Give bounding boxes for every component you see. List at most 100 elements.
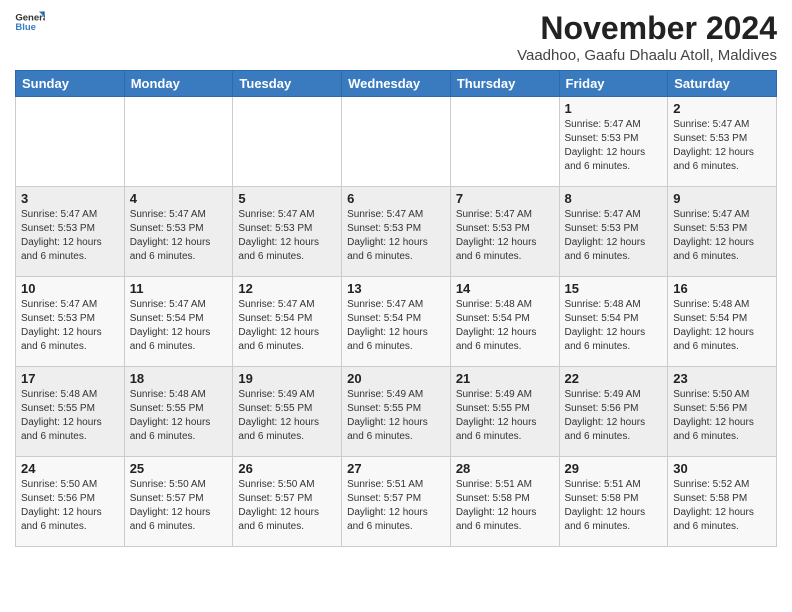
day-number: 18 bbox=[130, 371, 228, 386]
day-number: 24 bbox=[21, 461, 119, 476]
calendar-day-cell: 22 Sunrise: 5:49 AMSunset: 5:56 PMDayligh… bbox=[559, 367, 668, 457]
day-info: Sunrise: 5:47 AMSunset: 5:53 PMDaylight:… bbox=[565, 118, 663, 174]
day-number: 22 bbox=[565, 371, 663, 386]
calendar-day-cell: 21 Sunrise: 5:49 AMSunset: 5:55 PMDayligh… bbox=[450, 367, 559, 457]
calendar-week-row: 17Sunrise: 5:48 AMSunset: 5:55 PMDayligh… bbox=[16, 367, 777, 457]
calendar-day-cell: 10 Sunrise: 5:47 AMSunset: 5:53 PMDayligh… bbox=[16, 277, 125, 367]
day-number: 25 bbox=[130, 461, 228, 476]
calendar-day-cell bbox=[233, 97, 342, 187]
day-info: Sunrise: 5:48 AMSunset: 5:54 PMDaylight:… bbox=[565, 298, 663, 354]
calendar-day-cell: 3 Sunrise: 5:47 AMSunset: 5:53 PMDaylight… bbox=[16, 187, 125, 277]
calendar-day-cell: 23Sunrise: 5:50 AMSunset: 5:56 PMDayligh… bbox=[668, 367, 777, 457]
calendar-day-cell: 19 Sunrise: 5:49 AMSunset: 5:55 PMDayligh… bbox=[233, 367, 342, 457]
day-info: Sunrise: 5:50 AMSunset: 5:57 PMDaylight:… bbox=[238, 478, 336, 534]
title-block: November 2024 Vaadhoo, Gaafu Dhaalu Atol… bbox=[517, 10, 777, 64]
day-number: 21 bbox=[456, 371, 554, 386]
day-number: 6 bbox=[347, 191, 445, 206]
day-number: 27 bbox=[347, 461, 445, 476]
day-number: 7 bbox=[456, 191, 554, 206]
day-number: 11 bbox=[130, 281, 228, 296]
day-of-week-header: Friday bbox=[559, 71, 668, 97]
day-info: Sunrise: 5:50 AMSunset: 5:56 PMDaylight:… bbox=[673, 388, 771, 444]
calendar-day-cell: 15 Sunrise: 5:48 AMSunset: 5:54 PMDayligh… bbox=[559, 277, 668, 367]
day-of-week-header: Sunday bbox=[16, 71, 125, 97]
calendar-day-cell: 4 Sunrise: 5:47 AMSunset: 5:53 PMDaylight… bbox=[124, 187, 233, 277]
day-info: Sunrise: 5:47 AMSunset: 5:53 PMDaylight:… bbox=[347, 208, 445, 264]
day-number: 30 bbox=[673, 461, 771, 476]
day-info: Sunrise: 5:47 AMSunset: 5:53 PMDaylight:… bbox=[21, 298, 119, 354]
day-info: Sunrise: 5:49 AMSunset: 5:55 PMDaylight:… bbox=[456, 388, 554, 444]
day-number: 14 bbox=[456, 281, 554, 296]
day-info: Sunrise: 5:49 AMSunset: 5:55 PMDaylight:… bbox=[238, 388, 336, 444]
calendar-day-cell: 9 Sunrise: 5:47 AMSunset: 5:53 PMDaylight… bbox=[668, 187, 777, 277]
day-of-week-header: Tuesday bbox=[233, 71, 342, 97]
calendar-day-cell: 29 Sunrise: 5:51 AMSunset: 5:58 PMDayligh… bbox=[559, 457, 668, 547]
calendar-day-cell bbox=[342, 97, 451, 187]
day-info: Sunrise: 5:47 AMSunset: 5:54 PMDaylight:… bbox=[238, 298, 336, 354]
generalblue-logo-icon: General Blue bbox=[15, 10, 45, 32]
calendar-day-cell: 16Sunrise: 5:48 AMSunset: 5:54 PMDayligh… bbox=[668, 277, 777, 367]
day-info: Sunrise: 5:48 AMSunset: 5:55 PMDaylight:… bbox=[130, 388, 228, 444]
day-number: 12 bbox=[238, 281, 336, 296]
calendar-day-cell bbox=[16, 97, 125, 187]
day-number: 15 bbox=[565, 281, 663, 296]
day-number: 13 bbox=[347, 281, 445, 296]
calendar-day-cell: 24 Sunrise: 5:50 AMSunset: 5:56 PMDayligh… bbox=[16, 457, 125, 547]
day-of-week-header: Saturday bbox=[668, 71, 777, 97]
calendar-week-row: 3 Sunrise: 5:47 AMSunset: 5:53 PMDaylight… bbox=[16, 187, 777, 277]
calendar-day-cell: 17Sunrise: 5:48 AMSunset: 5:55 PMDayligh… bbox=[16, 367, 125, 457]
day-info: Sunrise: 5:47 AMSunset: 5:53 PMDaylight:… bbox=[130, 208, 228, 264]
day-info: Sunrise: 5:51 AMSunset: 5:58 PMDaylight:… bbox=[456, 478, 554, 534]
day-number: 8 bbox=[565, 191, 663, 206]
calendar-day-cell: 13 Sunrise: 5:47 AMSunset: 5:54 PMDayligh… bbox=[342, 277, 451, 367]
day-info: Sunrise: 5:51 AMSunset: 5:57 PMDaylight:… bbox=[347, 478, 445, 534]
calendar-day-cell: 26 Sunrise: 5:50 AMSunset: 5:57 PMDayligh… bbox=[233, 457, 342, 547]
day-number: 4 bbox=[130, 191, 228, 206]
day-number: 29 bbox=[565, 461, 663, 476]
calendar-week-row: 1Sunrise: 5:47 AMSunset: 5:53 PMDaylight… bbox=[16, 97, 777, 187]
day-number: 10 bbox=[21, 281, 119, 296]
calendar-header-row: SundayMondayTuesdayWednesdayThursdayFrid… bbox=[16, 71, 777, 97]
calendar-day-cell: 6 Sunrise: 5:47 AMSunset: 5:53 PMDaylight… bbox=[342, 187, 451, 277]
calendar-day-cell bbox=[450, 97, 559, 187]
calendar-day-cell: 8Sunrise: 5:47 AMSunset: 5:53 PMDaylight… bbox=[559, 187, 668, 277]
calendar-day-cell: 5Sunrise: 5:47 AMSunset: 5:53 PMDaylight… bbox=[233, 187, 342, 277]
calendar-day-cell: 30Sunrise: 5:52 AMSunset: 5:58 PMDayligh… bbox=[668, 457, 777, 547]
calendar-day-cell: 14 Sunrise: 5:48 AMSunset: 5:54 PMDayligh… bbox=[450, 277, 559, 367]
day-info: Sunrise: 5:47 AMSunset: 5:53 PMDaylight:… bbox=[673, 118, 771, 174]
day-info: Sunrise: 5:49 AMSunset: 5:56 PMDaylight:… bbox=[565, 388, 663, 444]
logo: General Blue bbox=[15, 10, 45, 32]
day-of-week-header: Wednesday bbox=[342, 71, 451, 97]
day-info: Sunrise: 5:47 AMSunset: 5:53 PMDaylight:… bbox=[456, 208, 554, 264]
day-info: Sunrise: 5:48 AMSunset: 5:54 PMDaylight:… bbox=[673, 298, 771, 354]
calendar-day-cell: 18 Sunrise: 5:48 AMSunset: 5:55 PMDayligh… bbox=[124, 367, 233, 457]
day-number: 9 bbox=[673, 191, 771, 206]
day-number: 26 bbox=[238, 461, 336, 476]
day-info: Sunrise: 5:50 AMSunset: 5:56 PMDaylight:… bbox=[21, 478, 119, 534]
day-number: 20 bbox=[347, 371, 445, 386]
day-number: 2 bbox=[673, 101, 771, 116]
location-subtitle: Vaadhoo, Gaafu Dhaalu Atoll, Maldives bbox=[517, 47, 777, 64]
svg-text:Blue: Blue bbox=[15, 22, 36, 32]
day-number: 28 bbox=[456, 461, 554, 476]
day-info: Sunrise: 5:51 AMSunset: 5:58 PMDaylight:… bbox=[565, 478, 663, 534]
calendar-day-cell: 27 Sunrise: 5:51 AMSunset: 5:57 PMDayligh… bbox=[342, 457, 451, 547]
calendar-table: SundayMondayTuesdayWednesdayThursdayFrid… bbox=[15, 70, 777, 547]
day-info: Sunrise: 5:47 AMSunset: 5:53 PMDaylight:… bbox=[673, 208, 771, 264]
day-info: Sunrise: 5:47 AMSunset: 5:54 PMDaylight:… bbox=[347, 298, 445, 354]
calendar-week-row: 10 Sunrise: 5:47 AMSunset: 5:53 PMDayligh… bbox=[16, 277, 777, 367]
day-info: Sunrise: 5:50 AMSunset: 5:57 PMDaylight:… bbox=[130, 478, 228, 534]
day-info: Sunrise: 5:48 AMSunset: 5:54 PMDaylight:… bbox=[456, 298, 554, 354]
day-of-week-header: Monday bbox=[124, 71, 233, 97]
day-number: 3 bbox=[21, 191, 119, 206]
day-number: 5 bbox=[238, 191, 336, 206]
calendar-day-cell: 7 Sunrise: 5:47 AMSunset: 5:53 PMDaylight… bbox=[450, 187, 559, 277]
day-number: 19 bbox=[238, 371, 336, 386]
calendar-day-cell: 11Sunrise: 5:47 AMSunset: 5:54 PMDayligh… bbox=[124, 277, 233, 367]
calendar-day-cell: 20Sunrise: 5:49 AMSunset: 5:55 PMDayligh… bbox=[342, 367, 451, 457]
page-header: General Blue November 2024 Vaadhoo, Gaaf… bbox=[15, 10, 777, 64]
day-info: Sunrise: 5:47 AMSunset: 5:53 PMDaylight:… bbox=[21, 208, 119, 264]
calendar-day-cell: 1Sunrise: 5:47 AMSunset: 5:53 PMDaylight… bbox=[559, 97, 668, 187]
calendar-day-cell: 28 Sunrise: 5:51 AMSunset: 5:58 PMDayligh… bbox=[450, 457, 559, 547]
calendar-week-row: 24 Sunrise: 5:50 AMSunset: 5:56 PMDayligh… bbox=[16, 457, 777, 547]
